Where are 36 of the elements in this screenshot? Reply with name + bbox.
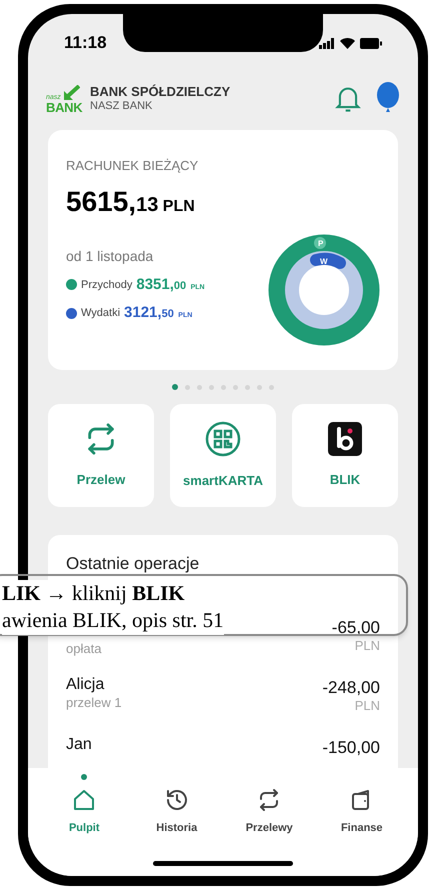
legend-label: Wydatki: [81, 306, 120, 321]
bank-name: BANK SPÓŁDZIELCZY: [90, 84, 230, 100]
history-clock-icon: [164, 788, 189, 812]
operation-amount: -150,00: [322, 736, 380, 758]
home-icon: [72, 788, 96, 812]
operation-amount: -248,00: [322, 676, 380, 698]
operations-title: Ostatnie operacje: [66, 553, 200, 575]
wifi-icon: [340, 38, 355, 48]
callout-text: LIK → kliknij BLIK: [2, 580, 185, 608]
operation-description: opłata: [66, 640, 102, 657]
operation-currency: PLN: [354, 698, 380, 714]
operation-name: Jan: [66, 734, 92, 754]
nav-tab[interactable]: Historia: [142, 774, 212, 876]
qr-code-icon: [205, 420, 241, 457]
b-logo-icon: [328, 422, 362, 456]
action-tile[interactable]: Przelew: [48, 404, 154, 507]
account-balance: 5615,13 PLN: [66, 188, 196, 216]
callout-text: awienia BLIK, opis str. 51: [2, 607, 224, 635]
operation-amount: -65,00: [332, 616, 380, 638]
bank-subname: NASZ BANK: [90, 100, 154, 114]
operation-description: przelew 1: [66, 694, 122, 711]
nav-tab[interactable]: Przelewy: [234, 774, 304, 876]
nav-tab[interactable]: Pulpit: [49, 774, 120, 876]
operation-currency: PLN: [354, 638, 380, 654]
period-label: od 1 listopada: [66, 246, 154, 266]
nav-tab[interactable]: Finanse: [326, 774, 397, 876]
legend-label: Przychody: [81, 278, 132, 292]
action-tile[interactable]: smartKARTA: [170, 404, 276, 507]
donut-drawing: P W: [268, 234, 380, 346]
account-title: RACHUNEK BIEŻĄCY: [66, 157, 200, 175]
battery-icon: [360, 38, 382, 48]
signal-icon: [319, 38, 335, 48]
operation-name: Alicja: [66, 674, 106, 694]
action-tile[interactable]: BLIK: [292, 404, 398, 507]
arrow-logo-icon: [62, 84, 80, 100]
status-time: 11:18: [64, 32, 107, 54]
